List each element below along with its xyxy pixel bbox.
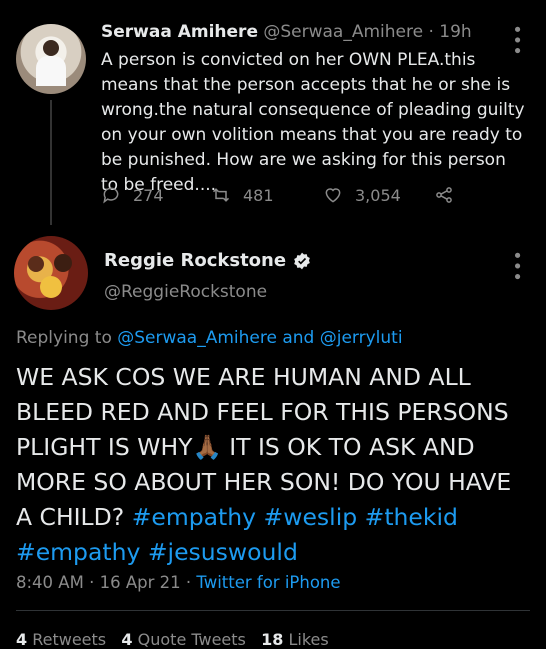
parent-tweet[interactable]: Serwaa Amihere @Serwaa_Amihere · 19h •••…: [0, 0, 546, 226]
author-handle[interactable]: @Serwaa_Amihere: [263, 22, 423, 42]
avatar-body: [36, 56, 66, 86]
tweet-source[interactable]: Twitter for iPhone: [196, 573, 340, 592]
hashtag-link[interactable]: #empathy: [16, 538, 140, 566]
hashtag-link[interactable]: #empathy: [132, 503, 256, 531]
mention-link[interactable]: @jerryluti: [320, 328, 403, 348]
reply-icon: [103, 187, 119, 204]
share-button[interactable]: [434, 185, 466, 205]
tweet-meta: 8:40 AM · 16 Apr 21 · Twitter for iPhone: [16, 573, 341, 592]
retweet-count: 481: [243, 185, 274, 205]
hashtag-link[interactable]: #weslip: [264, 503, 358, 531]
avatar[interactable]: [16, 24, 86, 94]
separator: ·: [185, 573, 192, 592]
tweet-text: A person is convicted on her OWN PLEA.th…: [101, 50, 525, 195]
reply-count: 274: [133, 185, 164, 205]
tweet-text: WE ASK COS WE ARE HUMAN AND ALL BLEED RE…: [16, 360, 531, 570]
author-name[interactable]: Serwaa Amihere: [101, 22, 258, 42]
tweet-time: 8:40 AM: [16, 573, 84, 592]
avatar-figure: [40, 276, 62, 298]
tweet-date: 16 Apr 21: [99, 573, 181, 592]
retweets-label: Retweets: [32, 630, 107, 649]
hashtag-link[interactable]: #thekid: [365, 503, 458, 531]
share-icon: [436, 187, 452, 203]
avatar-figure: [54, 254, 72, 272]
quotes-stat[interactable]: 4 Quote Tweets: [121, 630, 245, 649]
author-handle[interactable]: @ReggieRockstone: [104, 282, 267, 302]
thread-line: [50, 100, 52, 225]
like-button[interactable]: 3,054: [323, 185, 401, 205]
avatar[interactable]: [14, 236, 88, 310]
avatar-figure: [28, 256, 44, 272]
tweet-stats: 4 Retweets 4 Quote Tweets 18 Likes: [16, 630, 329, 649]
tweet-actions: 274 481 3,054: [101, 185, 521, 211]
retweets-stat[interactable]: 4 Retweets: [16, 630, 106, 649]
author-name-row[interactable]: Reggie Rockstone: [104, 250, 312, 271]
more-icon[interactable]: •••: [506, 250, 527, 282]
divider: [16, 610, 530, 611]
separator: ·: [428, 22, 434, 42]
like-icon: [325, 188, 341, 203]
author-name[interactable]: Reggie Rockstone: [104, 250, 286, 271]
and-link[interactable]: and: [282, 328, 314, 348]
retweet-button[interactable]: 481: [211, 185, 274, 205]
pray-emoji: 🙏🏾: [192, 433, 222, 461]
quotes-label: Quote Tweets: [137, 630, 246, 649]
hashtag-link[interactable]: #jesuswould: [148, 538, 298, 566]
quotes-count: 4: [121, 630, 133, 649]
likes-count: 18: [261, 630, 284, 649]
mention-link[interactable]: @Serwaa_Amihere: [117, 328, 277, 348]
likes-label: Likes: [288, 630, 329, 649]
tweet-time[interactable]: 19h: [439, 22, 471, 42]
likes-stat[interactable]: 18 Likes: [261, 630, 329, 649]
like-count: 3,054: [355, 185, 401, 205]
retweets-count: 4: [16, 630, 28, 649]
verified-icon: [294, 252, 310, 269]
replying-to: Replying to @Serwaa_Amihere and @jerrylu…: [16, 328, 403, 348]
tweet-header: Serwaa Amihere @Serwaa_Amihere · 19h: [101, 22, 472, 42]
reply-button[interactable]: 274: [101, 185, 164, 205]
avatar-head: [43, 40, 59, 56]
retweet-icon: [212, 188, 230, 202]
separator: ·: [89, 573, 95, 592]
replying-prefix: Replying to: [16, 328, 112, 348]
